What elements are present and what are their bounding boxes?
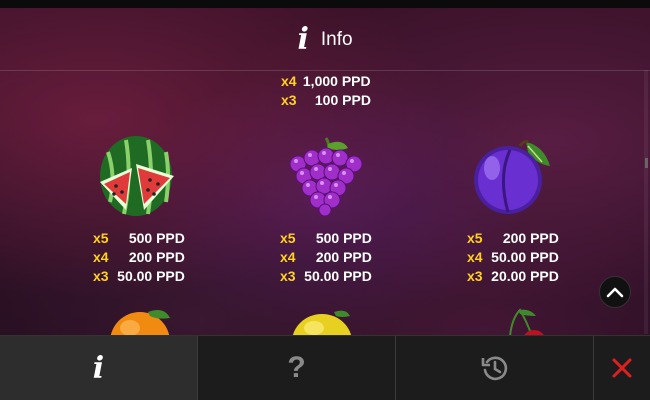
watermelon-symbol [100,136,174,216]
payout-amount: 50.00 PPD [304,268,372,284]
chevron-up-icon [606,287,624,298]
multiplier: x4 [281,73,297,89]
multiplier: x3 [281,92,297,108]
plum-symbol [474,140,550,214]
scrollbar-track[interactable] [644,70,648,334]
payout-amount: 50.00 PPD [491,249,559,265]
bottom-tab-bar: i ? [0,335,650,400]
payout-amount: 20.00 PPD [491,268,559,284]
paytable-top-partial: x4 1,000 PPD x3 100 PPD [281,72,371,110]
multiplier: x4 [280,249,296,265]
page-title: Info [320,29,353,50]
history-icon [481,356,507,381]
grapes-symbol [289,137,363,216]
pay-line: x5 500 PPD [93,229,185,248]
paytable-plum: x5 200 PPD x4 50.00 PPD x3 20.00 PPD [467,229,559,286]
payout-amount: 1,000 PPD [302,73,371,89]
paytable-grapes: x5 500 PPD x4 200 PPD x3 50.00 PPD [280,229,372,286]
multiplier: x3 [280,268,296,284]
pay-line: x3 20.00 PPD [467,267,559,286]
info-icon: i [297,22,309,57]
cherry-symbol [509,308,545,336]
multiplier: x5 [93,230,109,246]
multiplier: x5 [280,230,296,246]
payout-amount: 50.00 PPD [117,268,185,284]
payout-amount: 500 PPD [315,230,372,246]
pay-line: x4 200 PPD [280,248,372,267]
payout-amount: 500 PPD [128,230,185,246]
paytable-watermelon: x5 500 PPD x4 200 PPD x3 50.00 PPD [93,229,185,286]
payout-amount: 100 PPD [314,92,371,108]
multiplier: x4 [467,249,483,265]
info-header: i Info [0,22,650,58]
lemon-symbol [292,310,352,336]
tab-info[interactable]: i [0,336,198,400]
pay-line: x3 50.00 PPD [280,267,372,286]
close-button[interactable] [594,336,650,400]
scrollbar-thumb[interactable] [645,158,648,168]
multiplier: x3 [467,268,483,284]
pay-line: x4 1,000 PPD [281,72,371,91]
pay-line: x3 50.00 PPD [93,267,185,286]
pay-line: x5 500 PPD [280,229,372,248]
pay-line: x3 100 PPD [281,91,371,110]
pay-line: x4 50.00 PPD [467,248,559,267]
multiplier: x5 [467,230,483,246]
tab-history[interactable] [396,336,594,400]
info-icon: i [92,350,105,386]
payout-amount: 200 PPD [128,249,185,265]
tab-help[interactable]: ? [198,336,396,400]
orange-symbol [110,310,170,336]
close-icon [612,358,632,378]
multiplier: x3 [93,268,109,284]
payout-amount: 200 PPD [502,230,559,246]
scroll-to-top-button[interactable] [599,276,631,308]
pay-line: x5 200 PPD [467,229,559,248]
payout-amount: 200 PPD [315,249,372,265]
pay-line: x4 200 PPD [93,248,185,267]
header-divider [0,70,650,71]
question-icon: ? [287,351,306,384]
multiplier: x4 [93,249,109,265]
top-edge-bar [0,0,650,8]
